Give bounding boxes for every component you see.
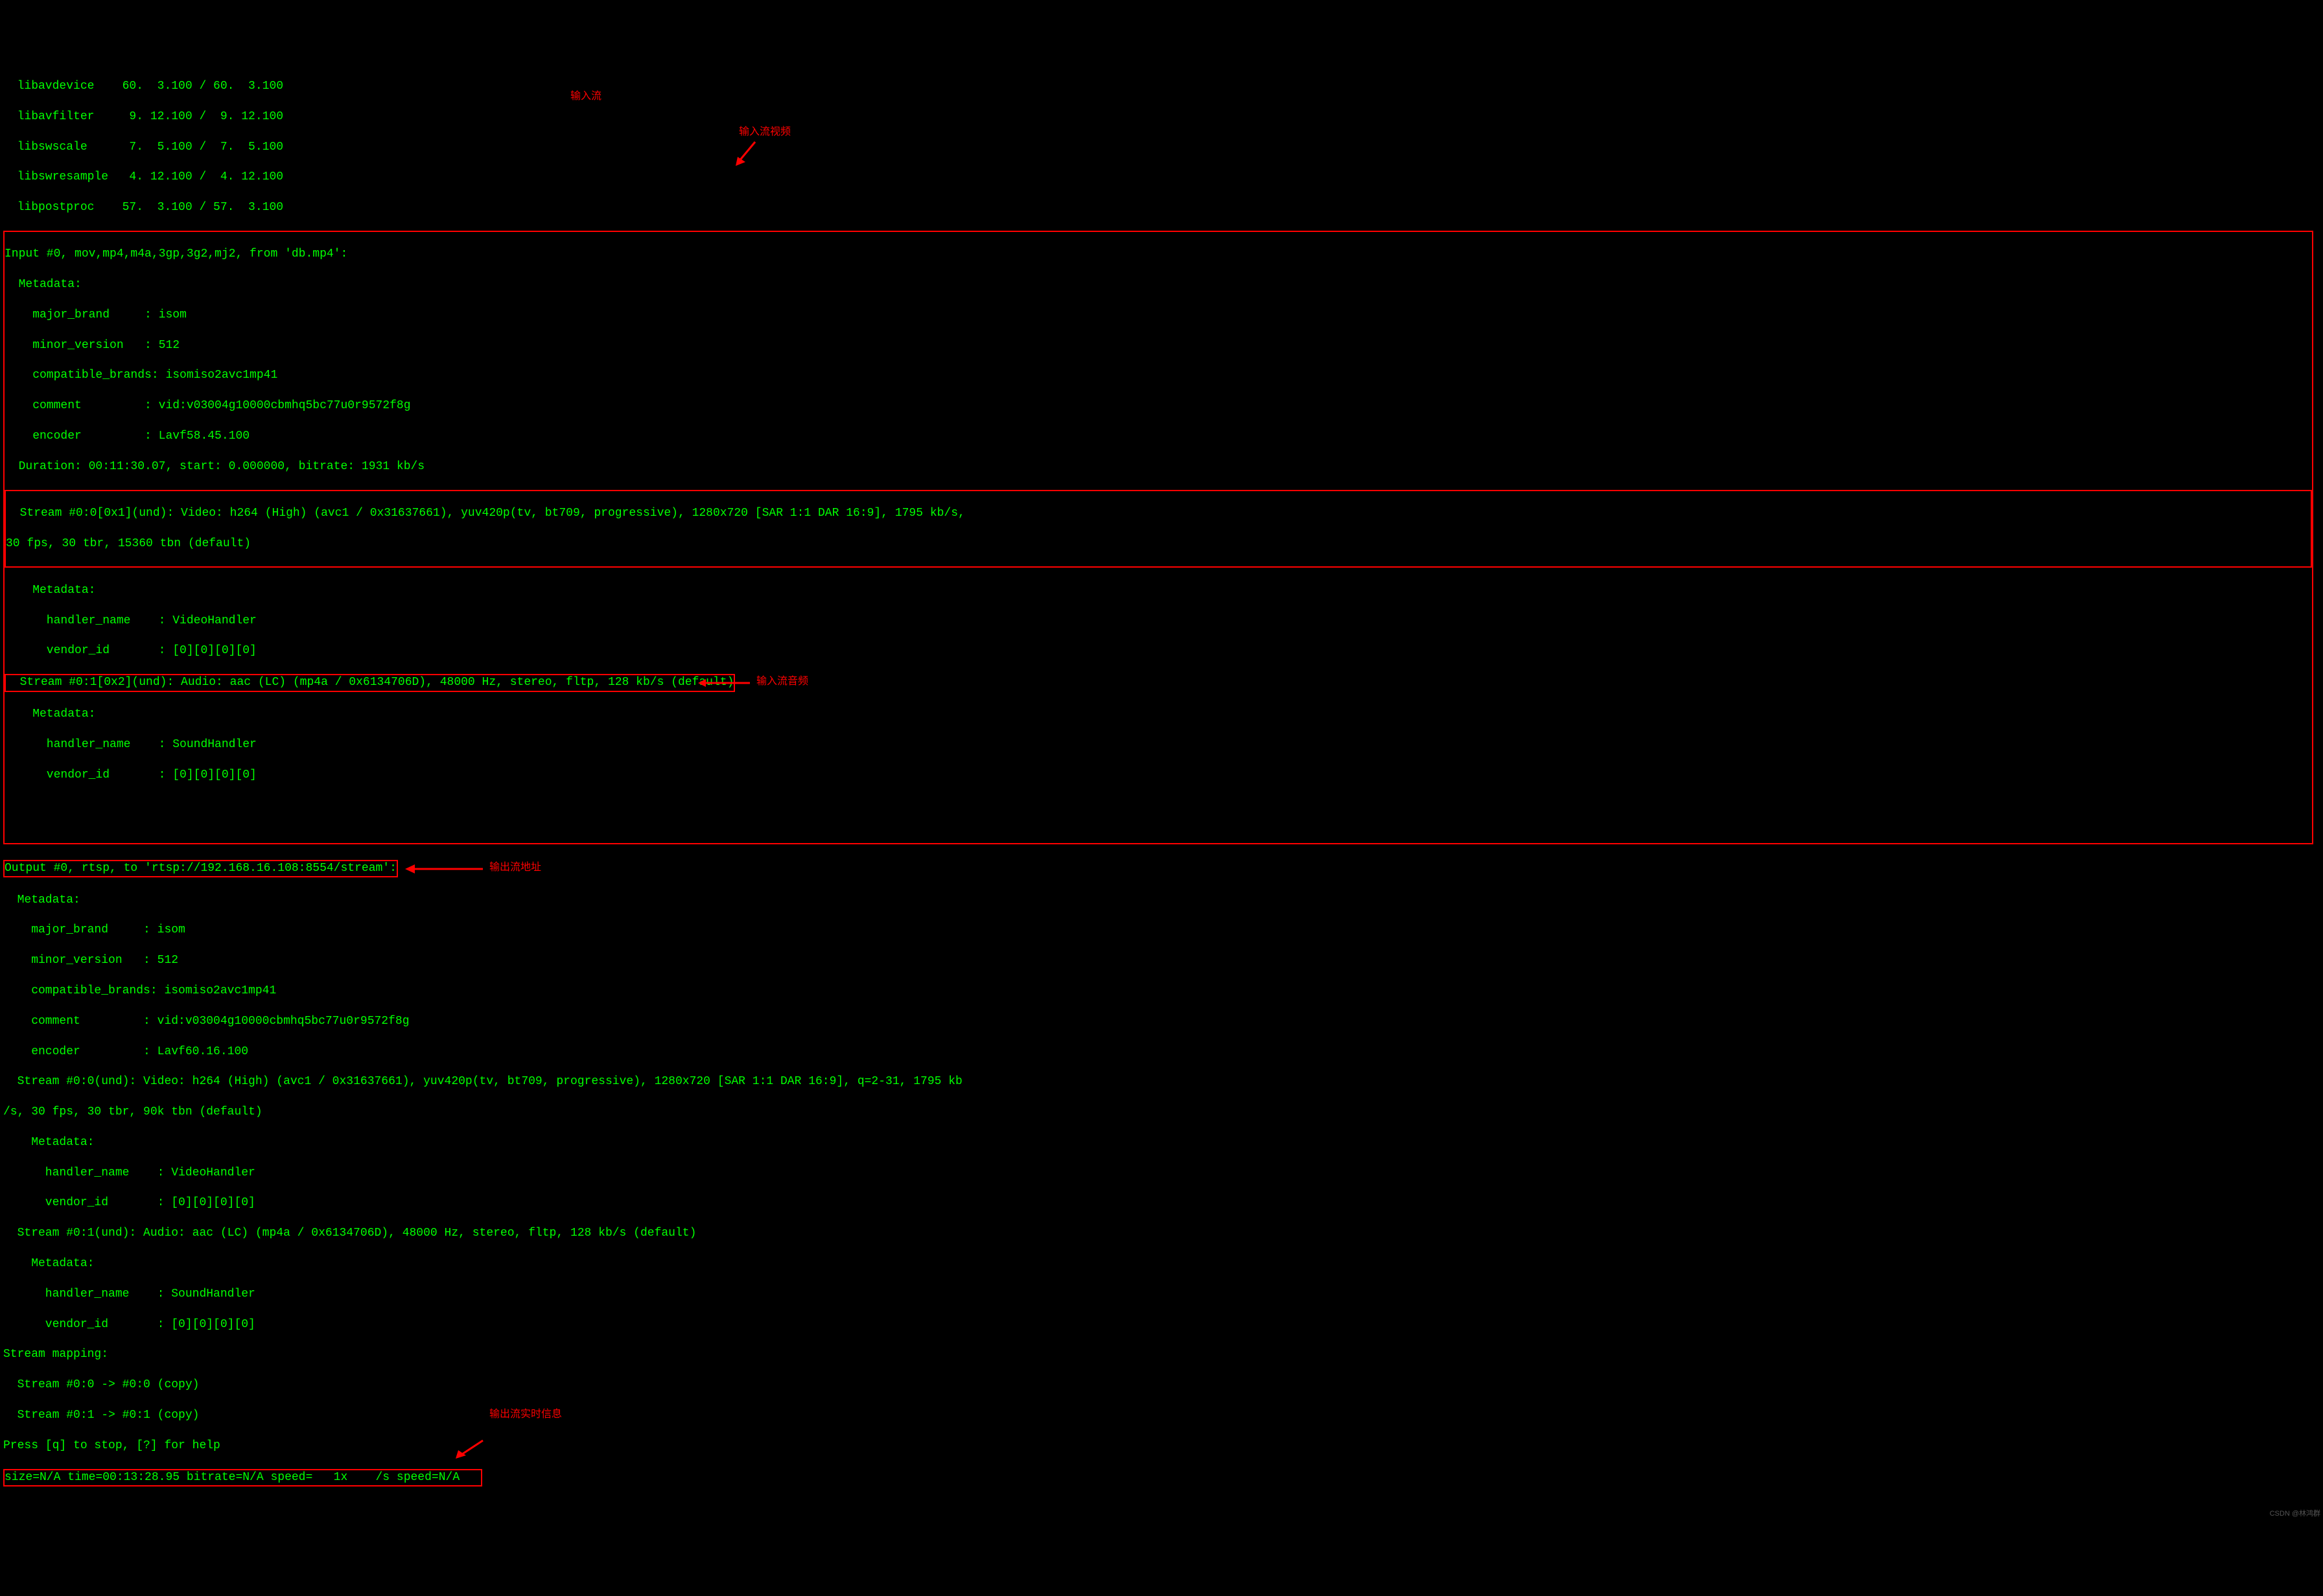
status-box: size=N/A time=00:13:28.95 bitrate=N/A sp… <box>3 1469 482 1486</box>
lib-line: libavdevice 60. 3.100 / 60. 3.100 <box>3 79 2320 94</box>
out-video-stream-line2: /s, 30 fps, 30 tbr, 90k tbn (default) <box>3 1105 2320 1120</box>
out-audio-handler: handler_name : SoundHandler <box>3 1287 2320 1302</box>
input-video-stream-box: Stream #0:0[0x1](und): Video: h264 (High… <box>5 490 2312 568</box>
audio-handler: handler_name : SoundHandler <box>5 737 2312 752</box>
duration: Duration: 00:11:30.07, start: 0.000000, … <box>5 459 2312 474</box>
metadata-label: Metadata: <box>5 277 2312 292</box>
output-realtime-label: 输出流实时信息 <box>489 1408 562 1422</box>
lib-line: libpostproc 57. 3.100 / 57. 3.100 <box>3 200 2320 215</box>
encoder: encoder : Lavf58.45.100 <box>5 429 2312 444</box>
output-url-label: 输出流地址 <box>489 861 541 875</box>
input-video-label: 输入流视频 <box>739 126 791 139</box>
compatible-brands: compatible_brands: isomiso2avc1mp41 <box>5 368 2312 383</box>
audio-stream: Stream #0:1[0x2](und): Audio: aac (LC) (… <box>6 676 734 689</box>
input-stream-box: Input #0, mov,mp4,m4a,3gp,3g2,mj2, from … <box>3 231 2313 845</box>
lib-line: libavfilter 9. 12.100 / 9. 12.100 <box>3 110 2320 124</box>
arrow-icon <box>450 1437 486 1460</box>
watermark: CSDN @林鸿群 <box>2270 1509 2320 1518</box>
out-minor-version: minor_version : 512 <box>3 953 2320 968</box>
output-url-box: Output #0, rtsp, to 'rtsp://192.168.16.1… <box>3 860 398 877</box>
minor-version: minor_version : 512 <box>5 338 2312 353</box>
out-audio-vendor: vendor_id : [0][0][0][0] <box>3 1317 2320 1332</box>
audio-metadata-label: Metadata: <box>5 707 2312 722</box>
video-metadata-label: Metadata: <box>5 583 2312 598</box>
out-audio-stream: Stream #0:1(und): Audio: aac (LC) (mp4a … <box>3 1226 2320 1241</box>
out-encoder: encoder : Lavf60.16.100 <box>3 1045 2320 1059</box>
help-line: Press [q] to stop, [?] for help <box>3 1439 220 1452</box>
out-comment: comment : vid:v03004g10000cbmhq5bc77u0r9… <box>3 1014 2320 1029</box>
out-audio-metadata-label: Metadata: <box>3 1256 2320 1271</box>
input-audio-stream-box: Stream #0:1[0x2](und): Audio: aac (LC) (… <box>5 674 735 691</box>
out-metadata-label: Metadata: <box>3 893 2320 908</box>
lib-line: libswscale 7. 5.100 / 7. 5.100 <box>3 140 2320 155</box>
terminal-output: libavdevice 60. 3.100 / 60. 3.100 libavf… <box>0 61 2323 1520</box>
out-major-brand: major_brand : isom <box>3 923 2320 938</box>
video-stream-line1: Stream #0:0[0x1](und): Video: h264 (High… <box>6 506 2311 521</box>
major-brand: major_brand : isom <box>5 308 2312 323</box>
out-video-vendor: vendor_id : [0][0][0][0] <box>3 1196 2320 1210</box>
out-video-metadata-label: Metadata: <box>3 1135 2320 1150</box>
out-compatible-brands: compatible_brands: isomiso2avc1mp41 <box>3 984 2320 999</box>
audio-vendor: vendor_id : [0][0][0][0] <box>5 768 2312 783</box>
out-video-handler: handler_name : VideoHandler <box>3 1166 2320 1181</box>
comment: comment : vid:v03004g10000cbmhq5bc77u0r9… <box>5 399 2312 413</box>
status-line: size=N/A time=00:13:28.95 bitrate=N/A sp… <box>5 1471 481 1484</box>
video-stream-line2: 30 fps, 30 tbr, 15360 tbn (default) <box>6 537 2311 551</box>
input-stream-label: 输入流 <box>570 90 601 104</box>
video-handler: handler_name : VideoHandler <box>5 614 2312 629</box>
stream-mapping-0: Stream #0:0 -> #0:0 (copy) <box>3 1378 2320 1393</box>
input-audio-label: 输入流音频 <box>756 675 808 689</box>
out-video-stream-line1: Stream #0:0(und): Video: h264 (High) (av… <box>3 1074 2320 1089</box>
output-header: Output #0, rtsp, to 'rtsp://192.168.16.1… <box>5 862 397 875</box>
video-vendor: vendor_id : [0][0][0][0] <box>5 643 2312 658</box>
arrow-icon <box>405 862 483 875</box>
input-header: Input #0, mov,mp4,m4a,3gp,3g2,mj2, from … <box>5 247 2312 262</box>
lib-line: libswresample 4. 12.100 / 4. 12.100 <box>3 170 2320 185</box>
stream-mapping-label: Stream mapping: <box>3 1347 2320 1362</box>
